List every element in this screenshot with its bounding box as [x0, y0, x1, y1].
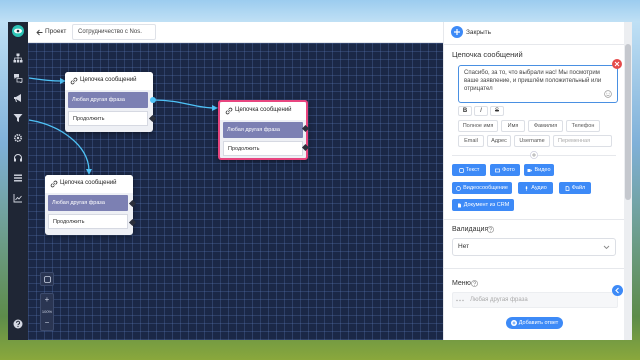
file-icon	[565, 185, 570, 191]
back-arrow-icon[interactable]	[36, 29, 43, 36]
list-icon[interactable]	[13, 173, 23, 183]
menu-answer-row[interactable]: Любая другая фраза	[452, 292, 618, 308]
add-photo-label: Фото	[502, 167, 515, 173]
add-text-button[interactable]: Текст	[452, 164, 486, 176]
photo-icon	[495, 168, 501, 172]
add-crm-document-button[interactable]: Документ из CRM	[452, 199, 514, 211]
panel-title: Цепочка сообщений	[452, 50, 523, 59]
validation-help-icon[interactable]	[487, 226, 494, 233]
add-video-label: Видео	[534, 167, 551, 173]
italic-button[interactable]: I	[474, 106, 488, 116]
node-title: Цепочка сообщений	[235, 107, 292, 113]
node-continue-option[interactable]: Продолжить	[48, 214, 128, 229]
validation-label: Валидация	[452, 226, 489, 233]
flow-node-1[interactable]: Цепочка сообщений Любая другая фраза Про…	[65, 72, 153, 132]
node-header: Цепочка сообщений	[45, 175, 133, 193]
node-title: Цепочка сообщений	[60, 180, 117, 186]
menu-label: Меню	[452, 280, 471, 287]
project-tab[interactable]: Сотрудничество с Nos.	[72, 24, 156, 40]
strikethrough-button[interactable]: S	[490, 106, 504, 116]
validation-select-value: Нет	[458, 243, 470, 250]
eye-logo-icon[interactable]	[12, 25, 24, 37]
project-tab-title: Сотрудничество с Nos.	[78, 29, 142, 35]
close-panel-button[interactable]: Закрыть	[466, 29, 491, 36]
link-icon	[70, 77, 78, 85]
add-audio-label: Аудио	[531, 185, 547, 191]
video-icon	[527, 168, 533, 172]
plus-icon	[510, 320, 517, 326]
node-title: Цепочка сообщений	[80, 77, 137, 83]
link-icon	[50, 180, 58, 188]
add-block-icon[interactable]	[530, 151, 538, 159]
help-icon[interactable]	[13, 319, 23, 329]
zoom-level: 100%	[41, 309, 53, 314]
variable-address[interactable]: Адрес	[487, 135, 511, 147]
emoji-icon[interactable]	[604, 90, 612, 98]
sitemap-icon[interactable]	[13, 53, 23, 63]
microphone-icon	[526, 185, 528, 191]
add-photo-button[interactable]: Фото	[490, 164, 520, 176]
chart-icon[interactable]	[13, 193, 23, 203]
fit-view-button[interactable]	[40, 272, 54, 286]
top-bar: Проект Сотрудничество с Nos.	[28, 22, 443, 43]
add-file-button[interactable]: Файл	[559, 182, 591, 194]
chevron-down-icon	[603, 245, 610, 250]
flow-node-3[interactable]: Цепочка сообщений Любая другая фраза Про…	[45, 175, 133, 235]
drag-handle-icon[interactable]	[456, 299, 464, 302]
variable-username[interactable]: Username	[514, 135, 550, 147]
add-text-label: Текст	[465, 167, 480, 173]
divider	[443, 268, 624, 269]
custom-variable-input[interactable]: Переменная	[553, 135, 612, 147]
add-audio-button[interactable]: Аудио	[518, 182, 553, 194]
delete-message-icon[interactable]	[612, 59, 622, 69]
divider	[443, 219, 624, 220]
filter-icon[interactable]	[13, 113, 23, 123]
node-header: Цепочка сообщений	[220, 102, 306, 120]
fit-view-icon	[43, 275, 51, 283]
video-message-icon	[456, 185, 461, 191]
back-link[interactable]: Проект	[45, 28, 66, 35]
gear-icon[interactable]	[13, 133, 23, 143]
document-icon	[457, 203, 461, 207]
link-icon	[225, 107, 233, 115]
add-answer-label: Добавить ответ	[518, 320, 559, 326]
zoom-in-button[interactable]: +	[41, 295, 53, 304]
variable-first-name[interactable]: Имя	[501, 120, 525, 132]
node-1-phrase-port[interactable]	[150, 97, 156, 103]
validation-select[interactable]: Нет	[452, 238, 616, 256]
message-textarea[interactable]: Спасибо, за то, что выбрали нас! Мы посм…	[458, 65, 618, 103]
add-file-label: Файл	[571, 185, 586, 191]
flow-node-2-selected[interactable]: Цепочка сообщений Любая другая фраза Про…	[218, 100, 308, 160]
menu-help-icon[interactable]	[471, 280, 478, 287]
divider	[443, 44, 624, 45]
node-continue-option[interactable]: Продолжить	[68, 111, 148, 126]
panel-scrollbar-thumb[interactable]	[625, 44, 631, 200]
node-phrase-option[interactable]: Любая другая фраза	[48, 195, 128, 211]
add-crm-document-label: Документ из CRM	[463, 202, 510, 208]
node-phrase-option[interactable]: Любая другая фраза	[68, 92, 148, 108]
zoom-control: + 100% −	[40, 293, 54, 331]
node-continue-option[interactable]: Продолжить	[223, 141, 303, 156]
variable-full-name[interactable]: Полное имя	[458, 120, 498, 132]
close-plus-icon[interactable]	[451, 26, 463, 38]
collapse-panel-icon[interactable]	[612, 285, 623, 296]
add-video-message-label: Видеосообщение	[463, 185, 508, 191]
variable-email[interactable]: Email	[458, 135, 484, 147]
text-icon	[458, 167, 464, 173]
add-video-message-button[interactable]: Видеосообщение	[452, 182, 512, 194]
add-answer-button[interactable]: Добавить ответ	[506, 317, 563, 329]
node-phrase-option[interactable]: Любая другая фраза	[223, 122, 303, 138]
bold-button[interactable]: B	[458, 106, 472, 116]
support-icon[interactable]	[13, 153, 23, 163]
chat-icon[interactable]	[13, 73, 23, 83]
menu-answer-input[interactable]: Любая другая фраза	[470, 297, 528, 303]
sidebar	[8, 22, 28, 340]
node-header: Цепочка сообщений	[65, 72, 153, 90]
add-video-button[interactable]: Видео	[524, 164, 554, 176]
variable-phone[interactable]: Телефон	[566, 120, 600, 132]
zoom-out-button[interactable]: −	[41, 318, 53, 327]
variable-last-name[interactable]: Фамилия	[528, 120, 563, 132]
megaphone-icon[interactable]	[13, 93, 23, 103]
